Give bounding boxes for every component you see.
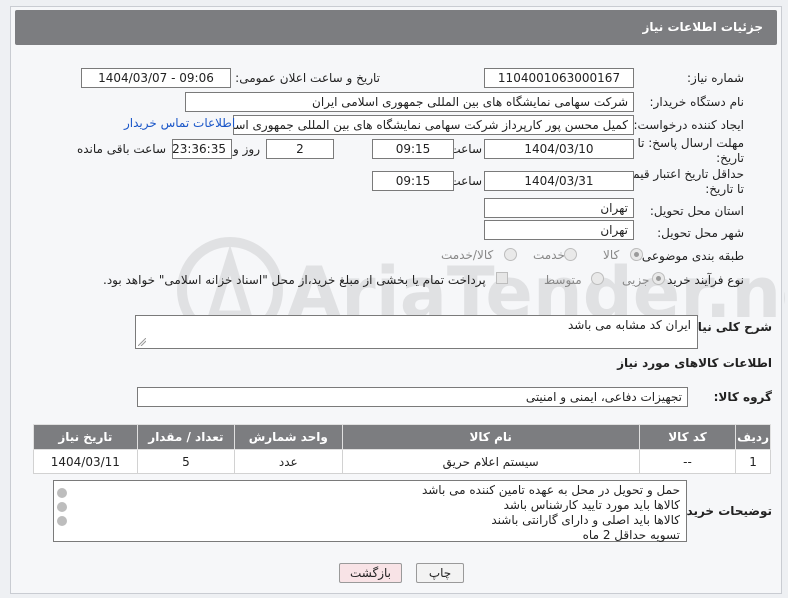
back-button[interactable]: بازگشت: [339, 563, 402, 583]
col-quantity: تعداد / مقدار: [136, 424, 236, 450]
goods-section-title: اطلاعات کالاهای مورد نیاز: [617, 356, 772, 370]
col-row-number: ردیف: [735, 424, 771, 450]
buyer-notes-textarea[interactable]: حمل و تحویل در محل به عهده تامین کننده م…: [53, 480, 687, 542]
process-radio-medium[interactable]: [591, 272, 604, 285]
note-line: کالاها باید اصلی و دارای گارانتی باشند: [491, 513, 680, 527]
note-line: حمل و تحویل در محل به عهده تامین کننده م…: [421, 483, 680, 497]
deadline-time-field: 09:15: [372, 139, 454, 159]
goods-group-field: تجهیزات دفاعی، ایمنی و امنیتی: [137, 387, 688, 407]
buyer-org-label: نام دستگاه خریدار:: [649, 95, 745, 109]
city-field: تهران: [484, 220, 634, 240]
buyer-org-field: شرکت سهامی نمایشگاه های بین المللی جمهور…: [185, 92, 634, 112]
print-button[interactable]: چاپ: [416, 563, 464, 583]
payment-note: پرداخت تمام یا بخشی از مبلغ خرید،از محل …: [103, 273, 486, 287]
valid-date-field: 1404/03/31: [484, 171, 634, 191]
description-label: شرح کلی نیاز:: [686, 320, 772, 334]
creator-field: کمیل محسن پور کارپرداز شرکت سهامی نمایشگ…: [233, 115, 634, 135]
cell-row-number: 1: [735, 449, 771, 474]
goods-group-label: گروه کالا:: [713, 390, 772, 404]
description-text: ایران کد مشابه می باشد: [567, 318, 691, 332]
process-radio-minor[interactable]: [652, 272, 665, 285]
process-label: نوع فرآیند خرید :: [659, 273, 744, 287]
category-option-service: خدمت: [533, 248, 565, 262]
process-option-medium: متوسط: [544, 273, 582, 287]
col-need-date: تاریخ نیاز: [33, 424, 138, 450]
notes-scrollbar[interactable]: [55, 482, 69, 540]
goods-table: ردیف کد کالا نام کالا واحد شمارش تعداد /…: [33, 424, 771, 474]
valid-time-field: 09:15: [372, 171, 454, 191]
cell-goods-code: --: [638, 449, 737, 474]
header-bar: جزئیات اطلاعات نیاز: [15, 10, 777, 45]
category-option-goods-service: کالا/خدمت: [441, 248, 494, 262]
note-line: کالاها باید مورد تایید کارشناس باشد: [503, 498, 680, 512]
announce-label: تاریخ و ساعت اعلان عمومی:: [235, 71, 380, 85]
min-valid-label-1: حداقل تاریخ اعتبار قیمت:: [617, 167, 744, 181]
category-radio-service[interactable]: [564, 248, 577, 261]
days-field: 2: [266, 139, 334, 159]
province-field: تهران: [484, 198, 634, 218]
remaining-label: ساعت باقی مانده: [76, 142, 166, 156]
scroll-down-icon[interactable]: [57, 516, 67, 526]
days-label: روز و: [233, 142, 260, 156]
description-textarea[interactable]: ایران کد مشابه می باشد: [135, 315, 698, 349]
deadline-date-field: 1404/03/10: [484, 139, 634, 159]
treasury-checkbox[interactable]: [496, 272, 508, 284]
col-goods-code: کد کالا: [638, 424, 737, 450]
note-line: تسویه حداقل 2 ماه: [582, 528, 680, 542]
category-radio-goods[interactable]: [630, 248, 643, 261]
province-label: استان محل تحویل:: [649, 204, 744, 218]
cell-unit: عدد: [234, 449, 343, 474]
category-option-goods: کالا: [603, 248, 620, 262]
need-number-label: شماره نیاز:: [687, 71, 744, 85]
cell-quantity: 5: [136, 449, 236, 474]
min-valid-label-2: تا تاریخ:: [705, 182, 744, 196]
remaining-time-field: 23:36:35: [172, 139, 232, 159]
deadline-label-1: مهلت ارسال پاسخ: تا: [637, 136, 744, 150]
buyer-contact-link[interactable]: اطلاعات تماس خریدار: [124, 116, 235, 130]
cell-goods-name: سیستم اعلام حریق: [341, 449, 640, 474]
resize-grip-icon: [138, 338, 146, 346]
announce-field: 1404/03/07 - 09:06: [81, 68, 231, 88]
deadline-time-label: ساعت: [449, 142, 482, 156]
scroll-thumb-icon[interactable]: [57, 502, 67, 512]
process-option-minor: جزیی: [622, 273, 650, 287]
col-unit: واحد شمارش: [234, 424, 343, 450]
col-goods-name: نام کالا: [341, 424, 640, 450]
deadline-label-2: تاریخ:: [716, 151, 744, 165]
goods-table-header: ردیف کد کالا نام کالا واحد شمارش تعداد /…: [33, 424, 771, 450]
table-row: 1 -- سیستم اعلام حریق عدد 5 1404/03/11: [33, 449, 771, 474]
category-radio-goods-service[interactable]: [504, 248, 517, 261]
cell-need-date: 1404/03/11: [33, 449, 138, 474]
creator-label: ایجاد کننده درخواست:: [633, 118, 744, 132]
page-title: جزئیات اطلاعات نیاز: [642, 20, 763, 34]
scroll-up-icon[interactable]: [57, 488, 67, 498]
category-label: طبقه بندی موضوعی:: [637, 249, 744, 263]
valid-time-label: ساعت: [449, 174, 482, 188]
need-number-field: 1104001063000167: [484, 68, 634, 88]
city-label: شهر محل تحویل:: [657, 226, 744, 240]
